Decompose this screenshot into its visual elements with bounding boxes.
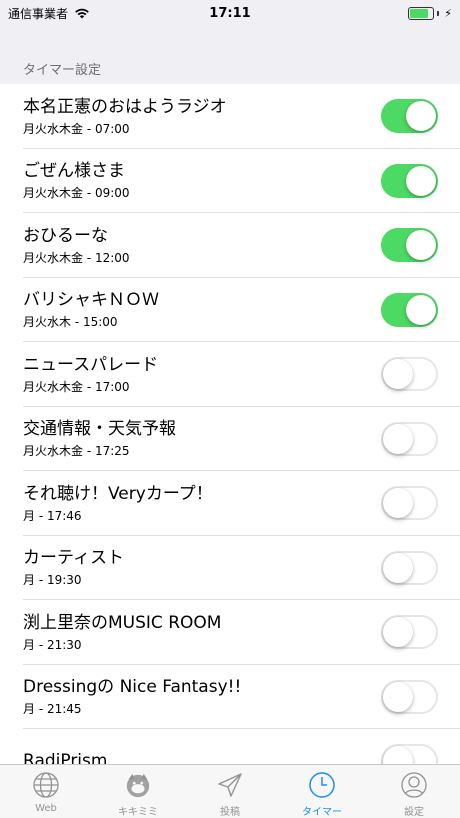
- timer-row[interactable]: カーティスト月 - 19:30: [0, 536, 460, 601]
- timer-toggle-switch[interactable]: [381, 292, 438, 327]
- timer-toggle-switch[interactable]: [381, 679, 438, 714]
- tab-label: タイマー: [302, 807, 342, 818]
- battery-tip: [437, 10, 440, 16]
- person-icon: [400, 771, 428, 799]
- carrier-name: 通信事業者: [8, 6, 69, 21]
- timer-row[interactable]: Dressingの Nice Fantasy!! 月 - 21:45: [0, 665, 460, 730]
- screen: 通信事業者 17:11 ⚡ タイマー設定 本名正憲のおはようラジオ 月火水木金 -…: [0, 0, 460, 818]
- timer-row[interactable]: 本名正憲のおはようラジオ 月火水木金 - 07:00: [0, 84, 460, 149]
- tab-label: Web: [35, 803, 57, 814]
- toggle-knob: [383, 488, 413, 519]
- status-bar: 通信事業者 17:11 ⚡: [0, 0, 460, 26]
- tab-label: 投稿: [220, 807, 240, 818]
- timer-toggle-switch[interactable]: [381, 357, 438, 392]
- toggle-knob: [406, 165, 436, 196]
- timer-row[interactable]: それ聴け！Veryカープ！月 - 17:46: [0, 471, 460, 536]
- tab-clock[interactable]: タイマー: [276, 765, 368, 818]
- globe-icon: [32, 771, 60, 799]
- tab-person[interactable]: 設定: [368, 765, 460, 818]
- tab-label: キキミミ: [118, 807, 158, 818]
- toggle-knob: [383, 617, 413, 648]
- toggle-knob: [406, 230, 436, 261]
- battery-icon: [408, 6, 435, 20]
- timer-row[interactable]: 交通情報・天気予報 月火水木金 - 17:25: [0, 407, 460, 472]
- status-left: 通信事業者: [8, 5, 90, 22]
- timer-row[interactable]: ニュースパレード 月火水木金 - 17:00: [0, 342, 460, 407]
- toggle-knob: [383, 552, 413, 583]
- timer-toggle-switch[interactable]: [381, 550, 438, 585]
- paper-plane-icon: [216, 771, 244, 799]
- kikimimi-character-icon: [124, 771, 152, 799]
- tab-bar: Web キキミミ 投稿 タイマー 設定: [0, 764, 460, 818]
- status-right: ⚡: [408, 6, 452, 20]
- toggle-knob: [383, 681, 413, 712]
- toggle-knob: [383, 746, 413, 764]
- tab-paper-plane[interactable]: 投稿: [184, 765, 276, 818]
- timer-row[interactable]: バリシャキＮＯＷ 月火水木 - 15:00: [0, 278, 460, 343]
- clock-icon: [308, 771, 336, 799]
- toggle-knob: [383, 423, 413, 454]
- timer-toggle-switch[interactable]: [381, 744, 438, 764]
- section-header: タイマー設定: [23, 63, 102, 78]
- tab-globe[interactable]: Web: [0, 765, 92, 818]
- timer-row[interactable]: RadiPrism: [0, 729, 460, 764]
- tab-kikimimi-character[interactable]: キキミミ: [92, 765, 184, 818]
- timer-toggle-switch[interactable]: [381, 421, 438, 456]
- timer-row[interactable]: おひるーな 月火水木金 - 12:00: [0, 213, 460, 278]
- toggle-knob: [406, 294, 436, 325]
- timer-list: 本名正憲のおはようラジオ 月火水木金 - 07:00 ごぜん様さま 月火水木金 - 0…: [0, 84, 460, 764]
- timer-row[interactable]: ごぜん様さま 月火水木金 - 09:00: [0, 149, 460, 214]
- timer-toggle-switch[interactable]: [381, 486, 438, 521]
- timer-toggle-switch[interactable]: [381, 163, 438, 198]
- charging-bolt-icon: ⚡: [444, 6, 452, 20]
- timer-toggle-switch[interactable]: [381, 228, 438, 263]
- timer-row[interactable]: 渕上里奈のMUSIC ROOM 月 - 21:30: [0, 600, 460, 665]
- timer-toggle-switch[interactable]: [381, 99, 438, 134]
- tab-label: 設定: [404, 807, 424, 818]
- toggle-knob: [406, 101, 436, 132]
- toggle-knob: [383, 359, 413, 390]
- wifi-icon: [74, 7, 90, 19]
- timer-toggle-switch[interactable]: [381, 615, 438, 650]
